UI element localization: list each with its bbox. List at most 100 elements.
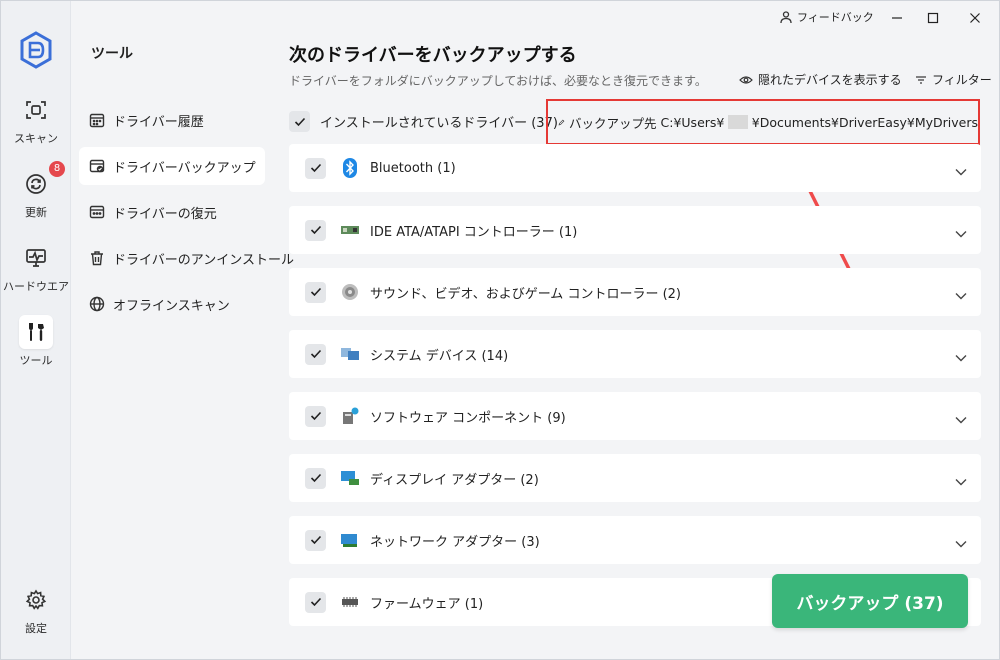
restore-icon (89, 205, 105, 219)
category-checkbox[interactable] (305, 343, 326, 365)
category-label: ソフトウェア コンポーネント (9) (370, 410, 566, 426)
backup-icon (89, 159, 105, 173)
redacted-username (728, 115, 748, 129)
hardware-icon (19, 241, 53, 275)
trash-icon (91, 251, 103, 266)
page-subtitle: ドライバーをフォルダにバックアップしておけば、必要なとき復元できます。 (289, 74, 707, 88)
main-panel: 次のドライバーをバックアップする ドライバーをフォルダにバックアップしておけば、… (277, 1, 999, 659)
installed-drivers-row: インストールされているドライバー (37) (289, 111, 558, 132)
backup-path-suffix: ¥Documents¥DriverEasy¥MyDrivers (751, 114, 978, 130)
category-label: IDE ATA/ATAPI コントローラー (1) (370, 224, 578, 240)
rail-item-update[interactable]: 8 更新 (1, 161, 71, 227)
chevron-down-icon[interactable] (955, 409, 967, 428)
filter-icon (916, 75, 926, 84)
tools-icon (19, 315, 53, 349)
category-checkbox[interactable] (305, 281, 326, 303)
filter-label: フィルター (932, 73, 992, 87)
rail-item-hardware[interactable]: ハードウエア (1, 241, 71, 301)
icon-rail: スキャン 8 更新 ハードウエア ツール 設定 (1, 1, 71, 659)
page-title: 次のドライバーをバックアップする (289, 45, 577, 66)
network-adapter-icon (340, 530, 360, 550)
category-row[interactable]: システム デバイス (14) (289, 330, 981, 378)
category-checkbox[interactable] (305, 529, 326, 551)
category-label: Bluetooth (1) (370, 160, 456, 176)
display-adapter-icon (340, 468, 360, 488)
category-row[interactable]: サウンド、ビデオ、およびゲーム コントローラー (2) (289, 268, 981, 316)
category-checkbox[interactable] (305, 219, 326, 241)
rail-item-scan[interactable]: スキャン (1, 93, 71, 153)
select-all-checkbox[interactable] (289, 111, 310, 132)
filter-button[interactable]: フィルター (915, 71, 992, 88)
firmware-icon (340, 592, 360, 612)
rail-item-settings[interactable]: 設定 (1, 583, 71, 643)
sidebar-item-label: ドライバーバックアップ (113, 160, 256, 176)
bluetooth-icon (340, 158, 360, 178)
category-row[interactable]: IDE ATA/ATAPI コントローラー (1) (289, 206, 981, 254)
category-row[interactable]: ソフトウェア コンポーネント (9) (289, 392, 981, 440)
category-label: ディスプレイ アダプター (2) (370, 472, 539, 488)
check-icon (310, 597, 322, 607)
chevron-down-icon[interactable] (955, 533, 967, 552)
refresh-icon (19, 167, 53, 201)
category-label: サウンド、ビデオ、およびゲーム コントローラー (2) (370, 286, 681, 302)
sidebar-item-label: ドライバー履歴 (113, 114, 204, 130)
category-checkbox[interactable] (305, 467, 326, 489)
category-row[interactable]: ディスプレイ アダプター (2) (289, 454, 981, 502)
rail-item-label: スキャン (14, 132, 58, 145)
category-checkbox[interactable] (305, 591, 326, 613)
chevron-down-icon[interactable] (955, 161, 967, 180)
category-label: ファームウェア (1) (370, 596, 484, 612)
chevron-down-icon[interactable] (955, 285, 967, 304)
software-component-icon (340, 406, 360, 426)
sidebar-title: ツール (91, 46, 133, 62)
sidebar-item-driver-uninstall[interactable]: ドライバーのアンインストール (79, 239, 294, 277)
check-icon (310, 287, 322, 297)
backup-destination[interactable]: バックアップ先 C:¥Users¥ ¥Documents¥DriverEasy¥M… (546, 99, 980, 145)
category-label: ネットワーク アダプター (3) (370, 534, 540, 550)
update-count-badge: 8 (49, 161, 65, 177)
check-icon (294, 117, 305, 126)
sidebar-item-label: ドライバーのアンインストール (113, 252, 294, 268)
backup-destination-label: バックアップ先 (569, 115, 657, 131)
app-logo-icon (20, 31, 52, 69)
chevron-down-icon[interactable] (955, 471, 967, 490)
rail-item-tools[interactable]: ツール (1, 315, 71, 375)
sidebar-item-driver-history[interactable]: ドライバー履歴 (79, 101, 265, 139)
scan-icon (19, 93, 53, 127)
category-row[interactable]: Bluetooth (1) (289, 144, 981, 192)
chevron-down-icon[interactable] (955, 223, 967, 242)
check-icon (310, 535, 322, 545)
sidebar-item-label: ドライバーの復元 (113, 206, 217, 222)
tools-sidebar: ツール ドライバー履歴 ドライバーバックアップ ドライバーの復元 ドライバーのア… (71, 1, 294, 659)
pencil-icon (558, 119, 565, 125)
gear-icon (19, 583, 53, 617)
category-checkbox[interactable] (305, 157, 326, 179)
eye-icon (739, 75, 753, 84)
category-checkbox[interactable] (305, 405, 326, 427)
backup-path-prefix: C:¥Users¥ (660, 114, 725, 130)
category-label: システム デバイス (14) (370, 348, 509, 364)
category-row[interactable]: ネットワーク アダプター (3) (289, 516, 981, 564)
ide-controller-icon (340, 220, 360, 240)
backup-button[interactable]: バックアップ (37) (772, 574, 968, 628)
sidebar-item-driver-restore[interactable]: ドライバーの復元 (79, 193, 265, 231)
globe-icon (89, 296, 105, 312)
check-icon (310, 411, 322, 421)
show-hidden-devices-link[interactable]: 隠れたデバイスを表示する (739, 71, 902, 88)
sidebar-item-offline-scan[interactable]: オフラインスキャン (79, 285, 265, 323)
sidebar-item-driver-backup[interactable]: ドライバーバックアップ (79, 147, 265, 185)
rail-item-label: 設定 (25, 622, 47, 635)
system-device-icon (340, 344, 360, 364)
check-icon (310, 163, 322, 173)
show-hidden-label: 隠れたデバイスを表示する (758, 73, 902, 87)
rail-item-label: ハードウエア (3, 280, 69, 293)
check-icon (310, 473, 322, 483)
rail-item-label: ツール (19, 354, 53, 367)
speaker-icon (340, 282, 360, 302)
chevron-down-icon[interactable] (955, 347, 967, 366)
installed-drivers-label: インストールされているドライバー (37) (320, 116, 558, 131)
sidebar-item-label: オフラインスキャン (113, 298, 230, 314)
app-window: スキャン 8 更新 ハードウエア ツール 設定 ツール ドライバー履歴 ドライバ… (0, 0, 1000, 660)
check-icon (310, 225, 322, 235)
check-icon (310, 349, 322, 359)
